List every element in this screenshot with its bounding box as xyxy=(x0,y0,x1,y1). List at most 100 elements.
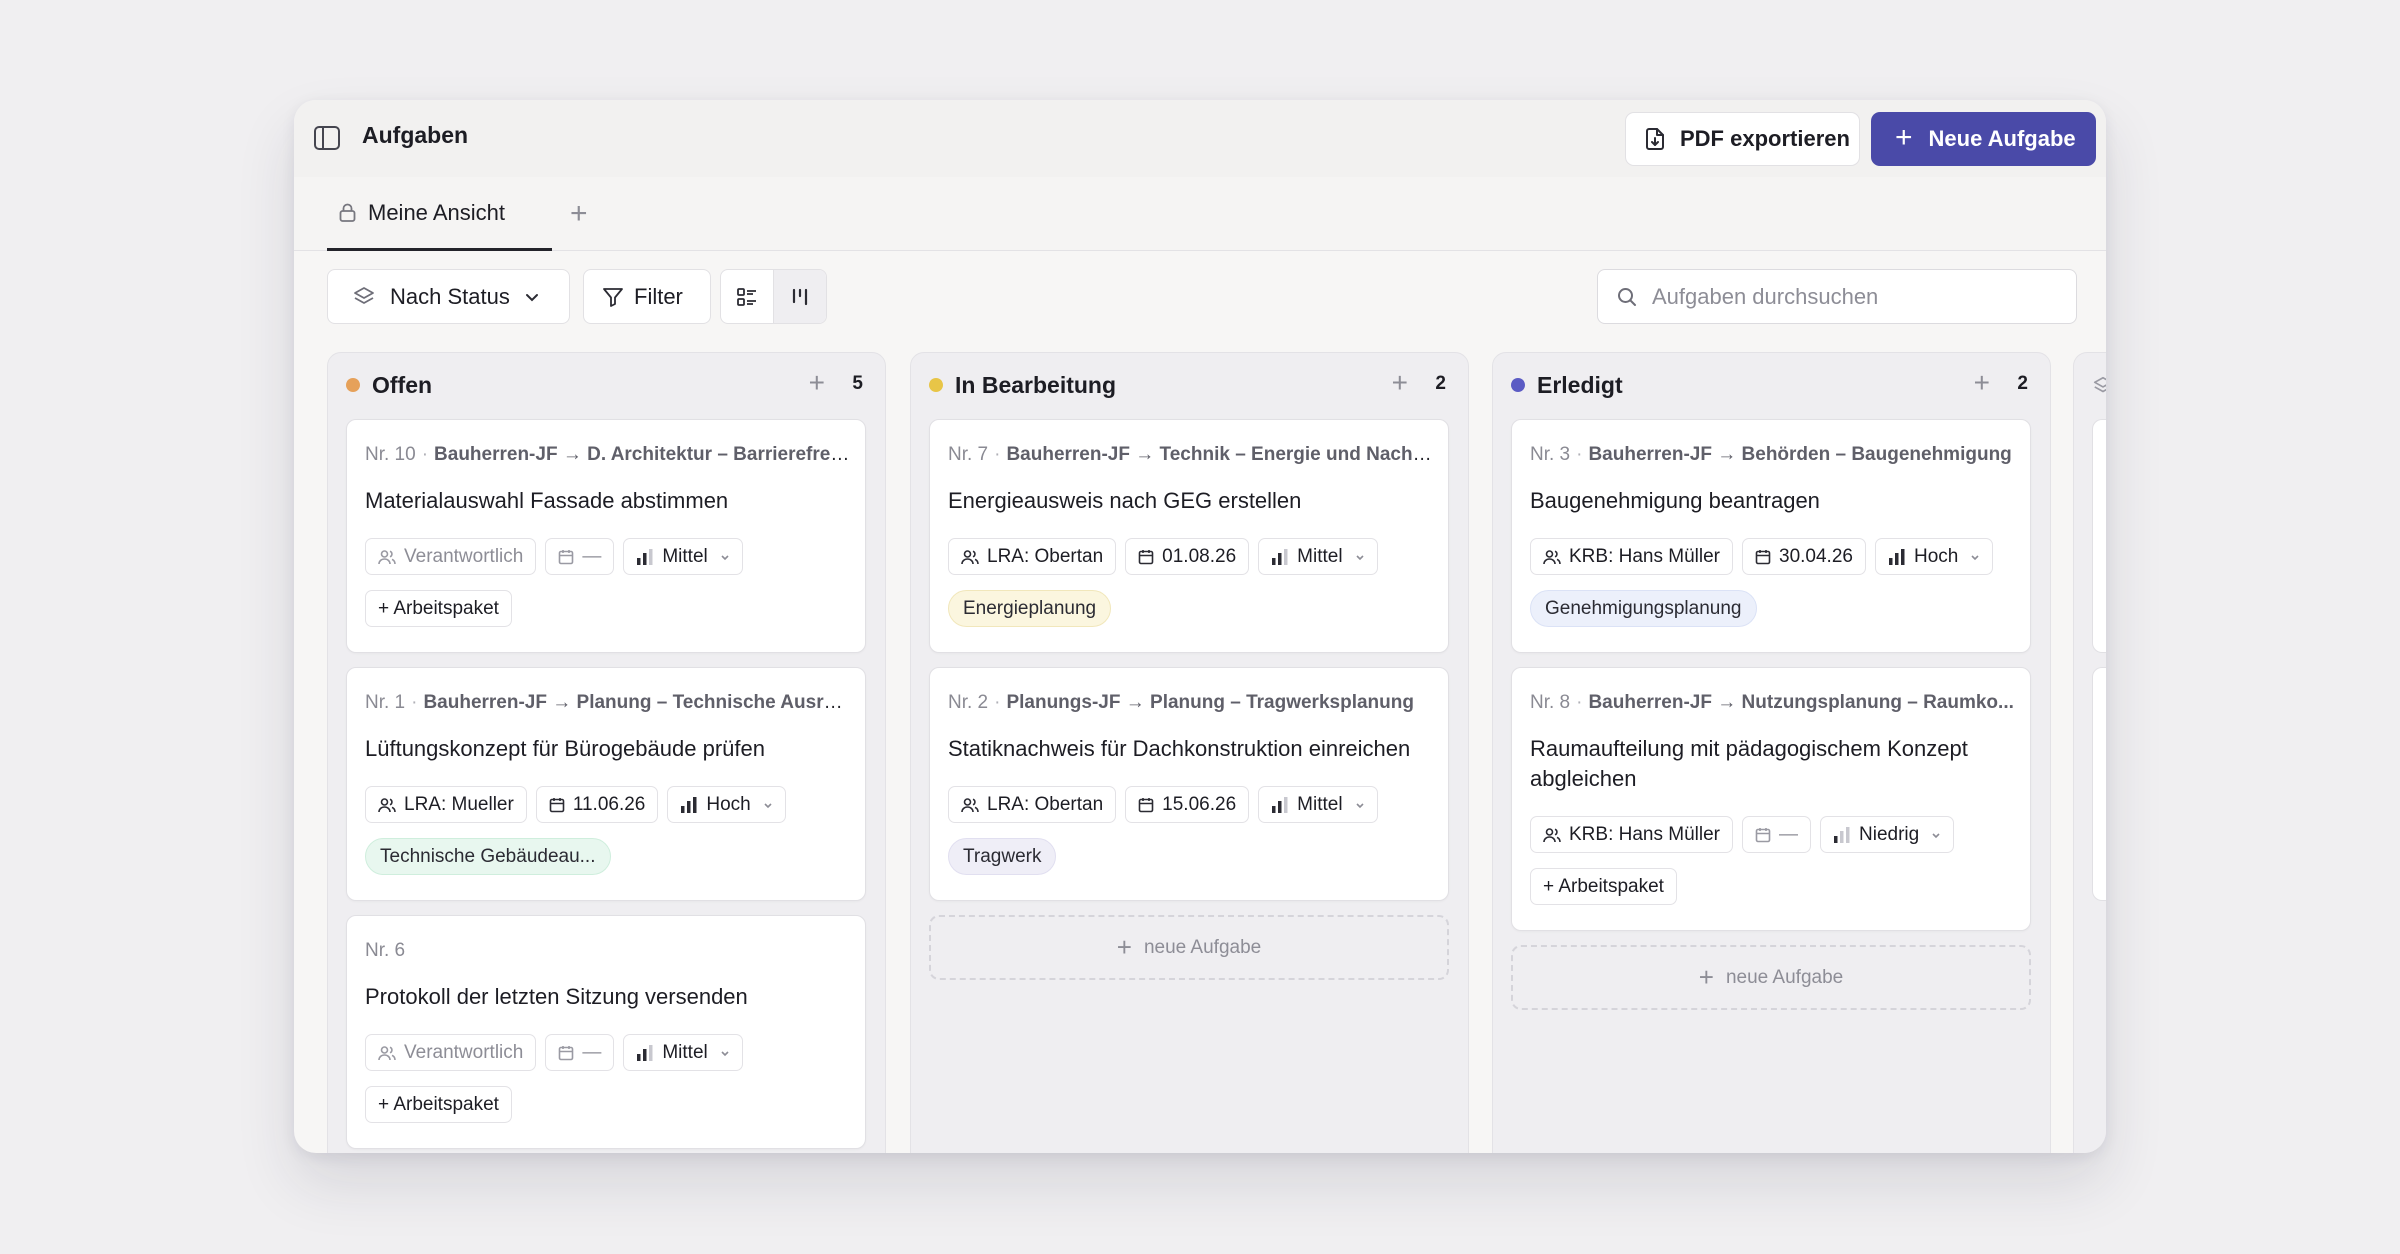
board-view-button[interactable] xyxy=(773,270,826,323)
task-number: Nr. 2 xyxy=(948,692,989,713)
due-date-chip[interactable]: 30.04.26 xyxy=(1742,538,1866,575)
priority-dropdown[interactable]: Mittel xyxy=(623,538,743,575)
title-bar: Aufgaben PDF exportieren + Neue Aufgabe xyxy=(294,100,2106,177)
group-by-dropdown[interactable]: Nach Status xyxy=(327,269,570,324)
task-number: Nr. 10 xyxy=(365,444,416,465)
priority-dropdown[interactable]: Hoch xyxy=(667,786,786,823)
tab-meine-ansicht[interactable]: Meine Ansicht xyxy=(327,177,552,251)
add-task-plus-button[interactable]: + xyxy=(1974,367,1990,399)
page-title: Aufgaben xyxy=(362,122,469,148)
users-icon xyxy=(961,797,979,812)
due-date-chip[interactable]: 15.06.26 xyxy=(1125,786,1250,823)
assignee-chip[interactable]: KRB: Hans Müller xyxy=(1530,538,1733,575)
category-tag: Tragwerk xyxy=(948,838,1057,875)
priority-dropdown[interactable]: Mittel xyxy=(1258,538,1378,575)
task-card[interactable]: Nr. 1 · Bauherren-JF → Planung – Technisch… xyxy=(346,667,866,901)
search-input[interactable] xyxy=(1652,283,2052,310)
task-number: Nr. 3 xyxy=(1530,444,1571,465)
plus-icon: + xyxy=(1698,962,1714,992)
task-card[interactable]: Nr. 3 · Bauherren-JF → Behörden – Baugeneh… xyxy=(1511,419,2031,653)
task-card[interactable]: Nr. 7 · Bauherren-JF → Technik – Energie u… xyxy=(929,419,1449,653)
add-work-package-button[interactable]: + Arbeitspaket xyxy=(365,1086,512,1123)
chevron-down-icon xyxy=(721,1050,729,1056)
task-title: Baugenehmigung beantragen xyxy=(1530,488,1820,513)
category-tag: Technische Gebäudeau... xyxy=(365,838,611,875)
assignee-chip[interactable]: KRB: Hans Müller xyxy=(1530,816,1733,853)
due-date-label: — xyxy=(582,545,602,567)
status-dot xyxy=(929,378,943,392)
card-chips: LRA: Obertan 15.06.26 Mittel xyxy=(948,786,1378,823)
priority-dropdown[interactable]: Hoch xyxy=(1874,538,1994,575)
task-count: 2 xyxy=(2017,373,2028,394)
chevron-down-icon xyxy=(1355,802,1364,808)
priority-bars-icon xyxy=(637,548,653,565)
due-date-chip[interactable]: — xyxy=(1742,816,1811,853)
task-title: Materialauswahl Fassade abstimmen xyxy=(365,488,729,513)
task-title: Protokoll der letzten Sitzung versenden xyxy=(365,984,748,1009)
due-date-label: — xyxy=(1779,823,1798,845)
new-task-button[interactable]: + Neue Aufgabe xyxy=(1871,112,2096,166)
assignee-label: Verantwortlich xyxy=(404,545,524,567)
priority-dropdown[interactable]: Niedrig xyxy=(1820,816,1955,853)
assignee-chip[interactable]: LRA: Obertan xyxy=(948,538,1117,575)
assignee-chip[interactable]: Verantwortlich xyxy=(365,1034,537,1071)
new-task-button[interactable]: + neue Aufgabe xyxy=(1511,945,2031,1010)
task-card[interactable]: Nr. 6 Protokoll der letzten Sitzung vers… xyxy=(346,915,866,1149)
card-meta: Nr. 1 · Bauherren-JF → Planung – Technisch… xyxy=(365,692,851,714)
priority-dropdown[interactable]: Mittel xyxy=(623,1034,743,1071)
add-task-plus-button[interactable]: + xyxy=(809,367,825,399)
priority-dropdown[interactable]: Mittel xyxy=(1258,786,1378,823)
meta-separator: · xyxy=(1576,692,1583,713)
card-chips: KRB: Hans Müller — Niedrig xyxy=(1530,816,1955,853)
add-work-package-button[interactable]: + Arbeitspaket xyxy=(1530,868,1677,905)
priority-label: Mittel xyxy=(662,545,708,567)
card-chips: KRB: Hans Müller 30.04.26 Hoch xyxy=(1530,538,1994,575)
card-meta: Nr. 10 · Bauherren-JF → D. Architektur – B… xyxy=(365,444,851,466)
task-card[interactable]: Nr. 2 · Planungs-JF → Planung – Tragwerksp… xyxy=(929,667,1449,901)
task-path: Bauherren-JF → Technik – Energie und Nac… xyxy=(1006,444,1434,465)
task-card[interactable]: Nr. 8 · Bauherren-JF → Nutzungsplanung – R… xyxy=(1511,667,2031,931)
chevron-down-icon xyxy=(1932,832,1940,838)
due-date-label: 01.08.26 xyxy=(1162,545,1237,567)
task-card[interactable]: Nr. 10 · Bauherren-JF → D. Architektur – B… xyxy=(346,419,866,653)
assignee-chip[interactable]: LRA: Obertan xyxy=(948,786,1117,823)
search-field[interactable] xyxy=(1597,269,2077,324)
category-tag: Genehmigungsplanung xyxy=(1530,590,1757,627)
task-title: Lüftungskonzept für Bürogebäude prüfen xyxy=(365,736,765,761)
column-erledigt: Erledigt + 2 Nr. 3 · Bauherren-JF → Behörd… xyxy=(1492,352,2051,1153)
list-view-button[interactable] xyxy=(721,270,773,323)
meta-separator: · xyxy=(411,692,418,713)
assignee-chip[interactable]: LRA: Mueller xyxy=(365,786,527,823)
add-task-plus-button[interactable]: + xyxy=(1392,367,1408,399)
assignee-label: KRB: Hans Müller xyxy=(1569,823,1720,845)
layers-icon xyxy=(2093,376,2106,393)
due-date-chip[interactable]: 01.08.26 xyxy=(1125,538,1250,575)
task-number: Nr. 8 xyxy=(1530,692,1571,713)
due-date-chip[interactable]: — xyxy=(545,538,615,575)
chevron-down-icon xyxy=(1971,554,1979,560)
priority-label: Hoch xyxy=(1913,545,1959,567)
assignee-chip[interactable]: Verantwortlich xyxy=(365,538,537,575)
due-date-chip[interactable]: 11.06.26 xyxy=(535,786,659,823)
filter-button[interactable]: Filter xyxy=(583,269,711,324)
add-view-button[interactable]: + xyxy=(570,197,588,231)
task-number: Nr. 7 xyxy=(948,444,989,465)
new-task-label: neue Aufgabe xyxy=(1143,936,1262,958)
priority-bars-icon xyxy=(1272,796,1288,813)
new-task-button[interactable]: + neue Aufgabe xyxy=(929,915,1449,980)
export-pdf-button[interactable]: PDF exportieren xyxy=(1625,112,1860,166)
sidebar-toggle-icon[interactable] xyxy=(314,126,340,150)
users-icon xyxy=(378,797,396,812)
card-chips: Verantwortlich — Mittel xyxy=(365,1034,743,1071)
column-in-bearbeitung: In Bearbeitung + 2 Nr. 7 · Bauherren-JF → … xyxy=(910,352,1469,1153)
priority-bars-icon xyxy=(681,796,697,813)
due-date-chip[interactable]: — xyxy=(545,1034,615,1071)
file-download-icon xyxy=(1646,128,1664,150)
task-card[interactable] xyxy=(2092,667,2106,901)
add-work-package-button[interactable]: + Arbeitspaket xyxy=(365,590,512,627)
task-card[interactable] xyxy=(2092,419,2106,653)
list-view-icon xyxy=(737,287,756,306)
view-mode-toggle xyxy=(720,269,827,324)
priority-bars-icon xyxy=(1272,548,1288,565)
layers-icon xyxy=(354,286,374,304)
